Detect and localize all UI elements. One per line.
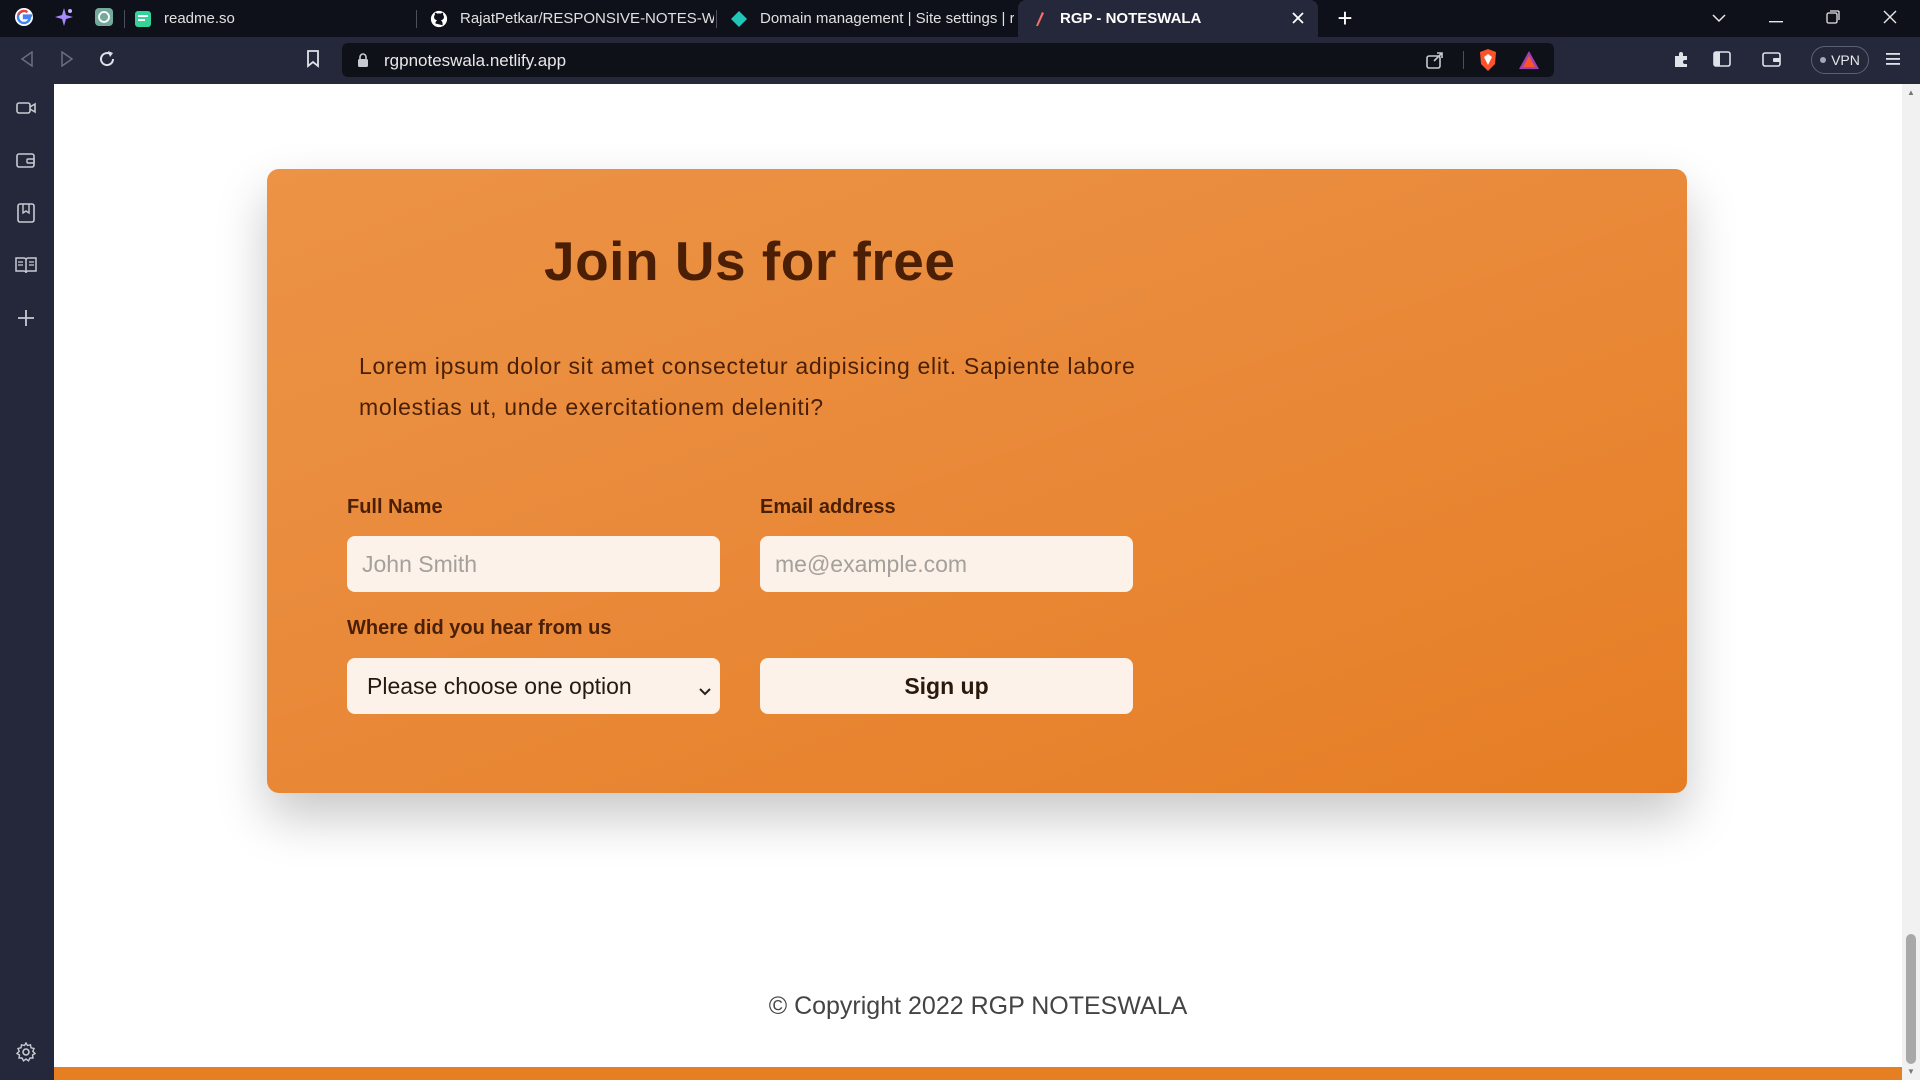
tab-separator	[416, 10, 417, 28]
source-label: Where did you hear from us	[347, 617, 612, 639]
minimize-button[interactable]	[1748, 0, 1804, 37]
card-description: Lorem ipsum dolor sit amet consectetur a…	[359, 353, 1136, 420]
sidebar-settings-button[interactable]	[13, 1041, 39, 1067]
brave-shields-icon[interactable]	[1477, 48, 1499, 77]
readme-icon	[134, 10, 152, 28]
pinned-tab-leo[interactable]	[51, 6, 77, 32]
sidebar-bookmarks-button[interactable]	[13, 202, 39, 228]
footer-copyright: © Copyright 2022 RGP NOTESWALA	[768, 992, 1188, 1020]
extensions-icon	[1672, 50, 1690, 73]
share-icon[interactable]	[1425, 50, 1445, 75]
tab-rgp-noteswala[interactable]: RGP - NOTESWALA	[1018, 0, 1318, 37]
sidebar-toggle-button[interactable]	[1709, 48, 1735, 74]
wallet-icon	[16, 151, 36, 174]
page-viewport: Join Us for free Lorem ipsum dolor sit a…	[54, 84, 1902, 1080]
close-icon[interactable]	[1288, 8, 1308, 28]
vpn-label: VPN	[1831, 52, 1860, 68]
back-icon	[20, 50, 34, 72]
pinned-tab-chatgpt[interactable]	[91, 6, 117, 32]
tab-github-repo[interactable]: RajatPetkar/RESPONSIVE-NOTES-WEB	[418, 0, 714, 37]
forward-icon	[60, 50, 74, 72]
source-select[interactable]: Please choose one option	[347, 658, 720, 714]
bookmark-button[interactable]	[300, 48, 326, 74]
tab-strip: readme.so RajatPetkar/RESPONSIVE-NOTES-W…	[0, 0, 1920, 37]
restore-button[interactable]	[1805, 0, 1861, 37]
google-icon	[14, 7, 34, 31]
sidebar-talk-button[interactable]	[13, 97, 39, 123]
rgp-favicon	[1030, 10, 1048, 28]
restore-icon	[1826, 9, 1840, 28]
lock-icon	[356, 52, 372, 68]
chevron-down-icon	[1712, 10, 1726, 27]
sidebar-reading-list-button[interactable]	[13, 254, 39, 280]
address-bar[interactable]: rgpnoteswala.netlify.app	[342, 43, 1554, 77]
tab-label: RGP - NOTESWALA	[1060, 10, 1202, 27]
settings-icon	[15, 1041, 37, 1067]
tab-label: RajatPetkar/RESPONSIVE-NOTES-WEB	[460, 10, 714, 27]
reload-button[interactable]	[94, 48, 120, 74]
scroll-down-arrow-icon[interactable]: ▼	[1907, 1067, 1915, 1076]
full-name-input[interactable]	[347, 536, 720, 592]
close-window-icon	[1883, 10, 1897, 28]
github-icon	[430, 10, 448, 28]
chatgpt-icon	[94, 7, 114, 31]
wallet-button[interactable]	[1759, 48, 1785, 74]
forward-button[interactable]	[54, 48, 80, 74]
sidebar-add-button[interactable]	[13, 307, 39, 333]
bookmark-icon	[306, 49, 320, 73]
brave-rewards-icon[interactable]	[1518, 49, 1540, 76]
email-label: Email address	[760, 496, 896, 518]
tab-label: Domain management | Site settings | r	[760, 10, 1014, 27]
url-text: rgpnoteswala.netlify.app	[384, 51, 567, 70]
tab-separator	[716, 10, 717, 28]
bookmarks-icon	[17, 202, 35, 228]
url-separator	[1463, 51, 1464, 69]
extensions-button[interactable]	[1668, 48, 1694, 74]
add-icon	[17, 309, 35, 332]
minimize-icon	[1769, 10, 1783, 27]
video-icon	[16, 100, 36, 121]
reload-icon	[98, 50, 116, 73]
reading-list-icon	[15, 256, 37, 279]
menu-button[interactable]	[1880, 48, 1906, 74]
wallet-icon	[1762, 50, 1782, 73]
tab-readme[interactable]: readme.so	[122, 0, 414, 37]
scroll-up-arrow-icon[interactable]: ▲	[1907, 88, 1915, 97]
back-button[interactable]	[14, 48, 40, 74]
footer-bar	[54, 1067, 1902, 1080]
sidebar-wallet-button[interactable]	[13, 149, 39, 175]
page-scrollbar[interactable]: ▲ ▼	[1902, 84, 1920, 1080]
vpn-button[interactable]: VPN	[1811, 46, 1869, 74]
sign-up-button[interactable]: Sign up	[760, 658, 1133, 714]
sidebar-icon	[1713, 50, 1731, 72]
tab-search-button[interactable]	[1691, 0, 1747, 37]
scrollbar-thumb[interactable]	[1906, 934, 1916, 1064]
email-input[interactable]	[760, 536, 1133, 592]
chevron-down-icon	[698, 676, 714, 696]
tab-label: readme.so	[164, 10, 235, 27]
source-select-value: Please choose one option	[367, 672, 632, 699]
vpn-status-dot	[1820, 57, 1827, 63]
pinned-tab-google[interactable]	[11, 6, 37, 32]
join-card: Join Us for free Lorem ipsum dolor sit a…	[267, 169, 1687, 793]
netlify-icon	[730, 10, 748, 28]
card-title: Join Us for free	[544, 230, 956, 292]
browser-sidebar	[0, 84, 54, 1080]
menu-icon	[1886, 52, 1900, 71]
leo-icon	[54, 7, 74, 31]
browser-toolbar: rgpnoteswala.netlify.app VPN	[0, 37, 1920, 84]
close-window-button[interactable]	[1862, 0, 1918, 37]
full-name-label: Full Name	[347, 496, 443, 518]
new-tab-button[interactable]: +	[1330, 4, 1360, 34]
tab-netlify-domain[interactable]: Domain management | Site settings | r	[718, 0, 1014, 37]
